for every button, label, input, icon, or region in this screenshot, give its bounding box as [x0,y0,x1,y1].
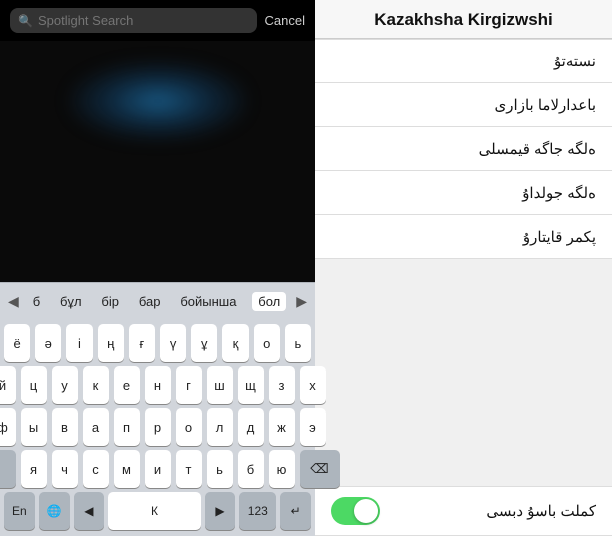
key-н[interactable]: н [145,366,171,404]
right-header: Kazakhsha Kirgizwshi [315,0,612,39]
key-г[interactable]: г [176,366,202,404]
key-ү[interactable]: ү [160,324,186,362]
suggestions-list: б бұл бір бар бойынша бол [23,292,292,311]
search-icon: 🔍 [18,14,33,28]
suggestions-right-arrow[interactable]: ▶ [292,293,311,310]
key-ғ[interactable]: ғ [129,324,155,362]
keyboard: ё ə і ң ғ ү ұ қ о ь й ц у к е н г ш щ з … [0,320,315,536]
key-ч[interactable]: ч [52,450,78,488]
key-ц[interactable]: ц [21,366,47,404]
key-д[interactable]: д [238,408,264,446]
shift-key[interactable]: ⇧ [0,450,16,488]
key-щ[interactable]: щ [238,366,264,404]
key-п[interactable]: п [114,408,140,446]
space-key[interactable]: К [108,492,200,530]
key-э[interactable]: э [300,408,326,446]
num-key[interactable]: 123 [239,492,276,530]
key-з[interactable]: з [269,366,295,404]
menu-item[interactable]: باعدارلاما بازارى [315,83,612,127]
key-ж[interactable]: ж [269,408,295,446]
search-bar: 🔍 Cancel [0,0,315,41]
suggestion-item[interactable]: б [29,292,44,311]
key-к[interactable]: к [83,366,109,404]
suggestion-item[interactable]: бір [97,292,123,311]
suggestions-left-arrow[interactable]: ◀ [4,293,23,310]
key-у[interactable]: у [52,366,78,404]
delete-key[interactable]: ⌫ [300,450,340,488]
search-input[interactable] [38,13,249,28]
key-я[interactable]: я [21,450,47,488]
keyboard-bottom-row: En 🌐 ◀ К ▶ 123 ↵ [0,488,315,536]
key-с[interactable]: с [83,450,109,488]
key-ұ[interactable]: ұ [191,324,217,362]
dark-area [0,41,315,282]
menu-item-text: ەلگە جولداۇ [522,184,596,202]
left-panel: 🔍 Cancel ◀ б бұл бір бар бойынша бол ▶ ё… [0,0,315,536]
key-е[interactable]: е [114,366,140,404]
keyboard-row-1: ё ə і ң ғ ү ұ қ о ь [0,320,315,362]
suggestion-item[interactable]: бойынша [176,292,240,311]
key-и[interactable]: и [145,450,171,488]
toggle-row: كملت باسۇ دبسى [315,486,612,536]
suggestion-item[interactable]: бұл [56,292,86,311]
keyboard-row-2: й ц у к е н г ш щ з х [0,362,315,404]
key-р[interactable]: р [145,408,171,446]
menu-item[interactable]: ەلگە جولداۇ [315,171,612,215]
toggle-label: كملت باسۇ دبسى [486,502,596,520]
menu-item-text: نستەتۇ [554,52,596,70]
menu-item[interactable]: پكمر قايتارۇ [315,215,612,259]
keyboard-row-3: ф ы в а п р о л д ж э [0,404,315,446]
menu-list: نستەتۇ باعدارلاما بازارى ەلگە جاگە قيمسل… [315,39,612,486]
menu-item-text: باعدارلاما بازارى [495,96,596,114]
key-ё[interactable]: ё [4,324,30,362]
right-arrow-key[interactable]: ▶ [205,492,236,530]
menu-item-text: پكمر قايتارۇ [523,228,596,246]
key-ь2[interactable]: ь [207,450,233,488]
key-й[interactable]: й [0,366,16,404]
suggestions-bar: ◀ б бұл бір бар бойынша бол ▶ [0,282,315,320]
key-ф[interactable]: ф [0,408,16,446]
toggle-switch[interactable] [331,497,380,525]
key-х[interactable]: х [300,366,326,404]
suggestion-item-active[interactable]: бол [252,292,286,311]
search-input-wrapper[interactable]: 🔍 [10,8,257,33]
key-о[interactable]: о [254,324,280,362]
menu-item[interactable]: نستەتۇ [315,39,612,83]
key-ң[interactable]: ң [98,324,124,362]
toggle-knob [354,499,378,523]
return-key[interactable]: ↵ [280,492,311,530]
globe-key[interactable]: 🌐 [39,492,70,530]
key-ə[interactable]: ə [35,324,61,362]
key-қ[interactable]: қ [222,324,248,362]
key-т[interactable]: т [176,450,202,488]
keyboard-row-4: ⇧ я ч с м и т ь б ю ⌫ [0,446,315,488]
key-л[interactable]: л [207,408,233,446]
key-ш[interactable]: ш [207,366,233,404]
suggestion-item[interactable]: бар [135,292,165,311]
key-а[interactable]: а [83,408,109,446]
right-panel: Kazakhsha Kirgizwshi نستەتۇ باعدارلاما ب… [315,0,612,536]
left-arrow-key[interactable]: ◀ [74,492,105,530]
key-і[interactable]: і [66,324,92,362]
cancel-button[interactable]: Cancel [265,13,305,28]
key-м[interactable]: м [114,450,140,488]
key-ю[interactable]: ю [269,450,295,488]
key-в[interactable]: в [52,408,78,446]
key-ь[interactable]: ь [285,324,311,362]
lang-key[interactable]: En [4,492,35,530]
right-panel-title: Kazakhsha Kirgizwshi [374,10,553,29]
glow-effect [68,61,248,141]
key-ы[interactable]: ы [21,408,47,446]
key-о2[interactable]: о [176,408,202,446]
key-б[interactable]: б [238,450,264,488]
menu-item[interactable]: ەلگە جاگە قيمسلى [315,127,612,171]
menu-item-text: ەلگە جاگە قيمسلى [479,140,596,158]
